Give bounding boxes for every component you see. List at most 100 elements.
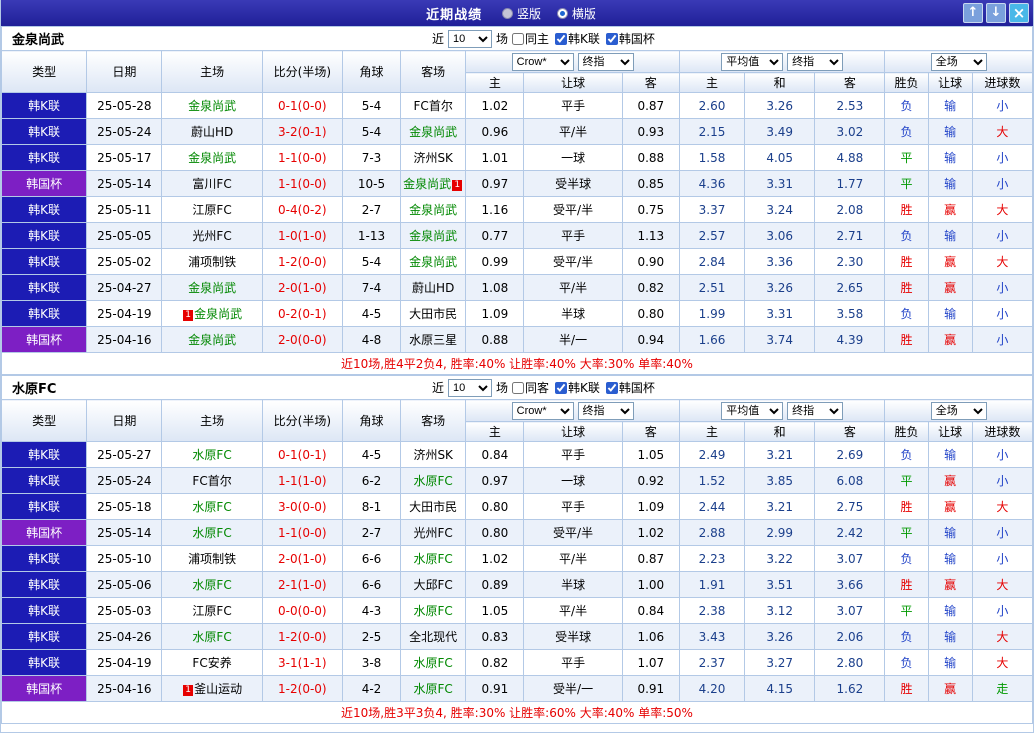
match-count-select[interactable]: 10 [448,378,493,397]
league-k-checkbox-input[interactable] [555,381,568,394]
away-team-cell: FC首尔 [400,92,467,119]
team-name: 水原FC [192,500,232,514]
goals-cell: 小 [971,545,1034,572]
handicap-result-cell: 赢 [927,248,973,275]
match-row: 韩K联 25-05-05 光州FC 1-0(1-0) 1-13 金泉尚武 0.77 平手 1.1… [0,222,1034,249]
avg-time-select[interactable]: 终指 [787,52,844,71]
result-cell: 负 [884,545,929,572]
date-cell: 25-05-18 [86,493,163,520]
scope-select[interactable]: 全场 [930,401,987,420]
date-cell: 25-05-06 [86,571,163,598]
league-cell: 韩国杯 [0,519,88,546]
date-cell: 25-05-14 [86,170,163,197]
same-venue-checkbox-input[interactable] [512,381,525,394]
league-cell: 韩K联 [0,118,88,145]
team-name: 水原FC [413,656,453,670]
avg-home-cell: 1.91 [678,571,746,598]
team-name: 金泉尚武 [403,177,452,191]
avg-draw-cell: 3.21 [744,493,816,520]
handicap-result-cell: 赢 [927,326,973,353]
avg-home-cell: 3.37 [678,196,746,223]
handicap-cell: 受半球 [523,170,623,197]
move-down-button[interactable]: ↓ [986,3,1006,23]
goals-cell: 大 [971,571,1034,598]
avg-away-cell: 3.07 [814,597,886,624]
same-venue-checkbox[interactable]: 同客 [512,379,549,396]
move-up-button[interactable]: ↑ [963,3,983,23]
avg-source-select[interactable]: 平均值 [721,52,784,71]
odds-time-select[interactable]: 终指 [577,52,634,71]
date-cell: 25-04-16 [86,326,163,353]
sub-home-header: 主 [465,72,525,93]
league-cup-checkbox[interactable]: 韩国杯 [605,30,655,47]
goals-cell: 大 [971,623,1034,650]
handicap-result-cell: 输 [927,545,973,572]
league-k-checkbox[interactable]: 韩K联 [555,30,600,47]
avg-home-cell: 2.38 [678,597,746,624]
odds-time-select[interactable]: 终指 [577,401,634,420]
handicap-cell: 平/半 [523,274,623,301]
handicap-result-cell: 输 [927,649,973,676]
odds-source-select[interactable]: Crow* [511,401,574,420]
odds-away-cell: 0.91 [621,675,680,702]
home-team-cell: 金泉尚武 [161,274,263,301]
avg-away-cell: 2.71 [814,222,886,249]
close-button[interactable]: × [1009,3,1029,23]
team-name: 水原FC [413,552,453,566]
odds-away-cell: 1.13 [621,222,680,249]
handicap-result-cell: 输 [927,519,973,546]
result-cell: 胜 [884,196,929,223]
away-team-cell: 金泉尚武 [400,196,467,223]
team-name: 金泉尚武 [409,203,458,217]
away-team-cell: 水原FC [400,545,467,572]
avg-time-select[interactable]: 终指 [787,401,844,420]
handicap-result-cell: 赢 [927,196,973,223]
odds-source-select[interactable]: Crow* [511,52,574,71]
avg-draw-cell: 3.26 [744,623,816,650]
avg-home-cell: 2.15 [678,118,746,145]
same-venue-checkbox[interactable]: 同主 [512,30,549,47]
match-row: 韩K联 25-04-26 水原FC 1-2(0-0) 2-5 全北现代 0.83 受半球 1.0… [0,623,1034,650]
handicap-cell: 受平/半 [523,196,623,223]
match-count-select[interactable]: 10 [448,29,493,48]
away-team-cell: 水原FC [400,467,467,494]
league-cup-checkbox-input[interactable] [605,32,618,45]
team-name: 金泉尚武 [409,229,458,243]
col-home-header: 主场 [161,399,263,442]
games-label: 场 [496,381,509,395]
avg-away-cell: 2.80 [814,649,886,676]
sub-away-header: 客 [621,72,680,93]
league-cell: 韩K联 [0,467,88,494]
league-k-checkbox-input[interactable] [555,32,568,45]
league-cell: 韩K联 [0,92,88,119]
team-section: 水原FC 近 10 场 同客 韩K联 韩国杯 类型 日期 主场 比分(半场) 角… [0,375,1034,724]
team-name: 水原FC [413,682,453,696]
scope-select[interactable]: 全场 [930,52,987,71]
odds-home-cell: 0.89 [465,571,525,598]
home-team-cell: FC安养 [161,649,263,676]
team-name: 江原FC [192,604,232,618]
avg-draw-cell: 3.12 [744,597,816,624]
handicap-result-cell: 输 [927,170,973,197]
handicap-result-cell: 输 [927,597,973,624]
view-option-vertical[interactable]: 竖版 [501,5,541,22]
avg-source-select[interactable]: 平均值 [721,401,784,420]
match-row: 韩K联 25-04-19 FC安养 3-1(1-1) 3-8 水原FC 0.82 平手 1.07… [0,649,1034,676]
avg-draw-cell: 3.36 [744,248,816,275]
league-cup-checkbox-input[interactable] [605,381,618,394]
odds-away-cell: 0.87 [621,545,680,572]
red-card-badge: 1 [183,310,194,321]
date-cell: 25-04-27 [86,274,163,301]
score-cell: 1-1(0-0) [261,519,343,546]
same-venue-checkbox-input[interactable] [512,32,525,45]
odds-away-cell: 0.94 [621,326,680,353]
handicap-result-cell: 赢 [927,675,973,702]
summary-row: 近10场,胜3平3负4, 胜率:30% 让胜率:60% 大率:40% 单率:50… [1,701,1033,724]
league-k-checkbox[interactable]: 韩K联 [555,379,600,396]
date-cell: 25-05-24 [86,118,163,145]
view-option-horizontal[interactable]: 横版 [556,5,596,22]
odds-home-cell: 0.97 [465,467,525,494]
avg-home-cell: 4.36 [678,170,746,197]
league-cup-checkbox[interactable]: 韩国杯 [605,379,655,396]
league-cell: 韩K联 [0,493,88,520]
